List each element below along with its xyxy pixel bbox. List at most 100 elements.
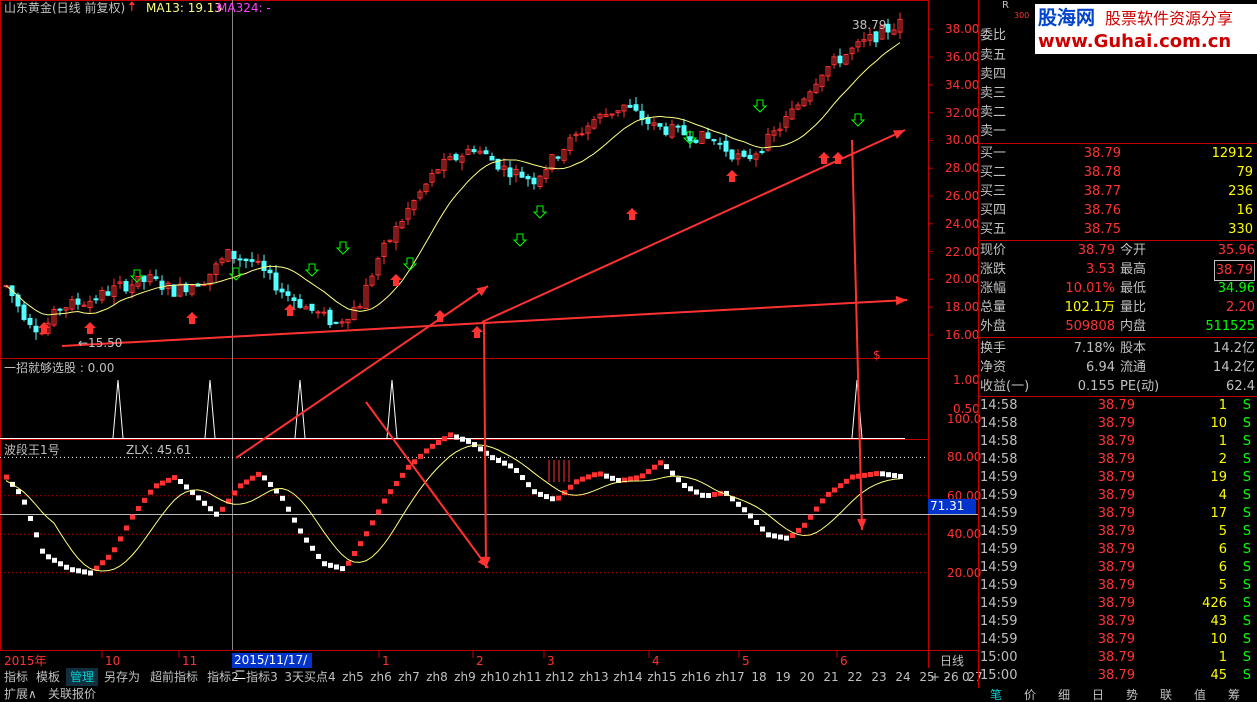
buy-row-3: 买三 38.77 236 <box>980 184 1253 199</box>
time-label: 4 <box>652 654 660 668</box>
right-tab-5[interactable]: 联 <box>1150 688 1182 702</box>
tab-6[interactable]: 指标3 <box>244 668 280 686</box>
candle-body <box>525 176 531 180</box>
tab-4[interactable]: 超前指标 <box>146 668 202 686</box>
ind2-bar <box>784 535 789 541</box>
candle-body <box>75 298 81 305</box>
right-tab-7[interactable]: 筹 <box>1218 688 1250 702</box>
trade-row: 14:58 38.79 1 S <box>980 434 1251 449</box>
ind2-bar <box>808 514 813 520</box>
ind2-tick: 20.00 <box>947 565 982 580</box>
tab-20[interactable]: zh17 <box>714 668 746 686</box>
period-label[interactable]: 日线 <box>940 654 964 668</box>
ind2-bar <box>208 506 213 512</box>
ind2-bar <box>436 440 441 446</box>
candle-body <box>255 260 261 263</box>
candle-body <box>309 303 315 311</box>
tab-26[interactable]: 23 <box>868 668 890 686</box>
sell-row-1: 卖一 <box>980 124 1007 139</box>
candle-body <box>663 126 669 135</box>
tab-17[interactable]: zh14 <box>612 668 644 686</box>
candle-body <box>837 55 843 64</box>
tab-5[interactable]: 指标2 <box>204 668 242 686</box>
ind2-bar <box>28 515 33 521</box>
year-label: 2015年 <box>4 654 47 668</box>
quote-panel: 股海网 股票软件资源分享 www.Guhai.com.cn R 300 委比 卖… <box>978 0 1257 702</box>
tab-18[interactable]: zh15 <box>646 668 678 686</box>
ind2-bar <box>472 442 477 448</box>
tab-14[interactable]: zh11 <box>512 668 542 686</box>
tab-16[interactable]: zh13 <box>578 668 610 686</box>
price-tick: 26.00 <box>945 189 980 203</box>
zoom-out-button[interactable]: - <box>945 668 949 686</box>
current-value-badge: 71.31 <box>928 499 976 514</box>
tab-9[interactable]: zh6 <box>368 668 394 686</box>
tab-12[interactable]: zh9 <box>452 668 478 686</box>
related-quotes-button[interactable]: 关联报价 <box>48 686 96 702</box>
ind2-bar <box>286 506 291 512</box>
tab-25[interactable]: 22 <box>844 668 866 686</box>
trade-row: 14:59 38.79 6 S <box>980 542 1251 557</box>
price-tick: 28.00 <box>945 161 980 176</box>
tab-0[interactable]: 指标 <box>2 668 30 686</box>
candle-body <box>231 250 237 260</box>
tab-23[interactable]: 20 <box>796 668 818 686</box>
candle-body <box>657 123 663 127</box>
buy-arrow-icon <box>186 312 198 324</box>
right-tab-3[interactable]: 日 <box>1082 688 1114 702</box>
ind2-bar <box>112 547 117 553</box>
tab-13[interactable]: zh10 <box>480 668 510 686</box>
candle-body <box>711 139 717 142</box>
right-tab-2[interactable]: 细 <box>1048 688 1080 702</box>
tab-10[interactable]: zh7 <box>396 668 422 686</box>
tab-11[interactable]: zh8 <box>424 668 450 686</box>
tab-22[interactable]: 19 <box>772 668 794 686</box>
sell-arrow-icon <box>752 99 768 113</box>
ind2-bar <box>124 525 129 531</box>
candle-body <box>261 260 267 271</box>
ind2-bar <box>874 471 879 477</box>
candle-body <box>57 308 63 311</box>
tab-21[interactable]: 18 <box>748 668 770 686</box>
tab-19[interactable]: zh16 <box>680 668 712 686</box>
candle-body <box>483 150 489 155</box>
ind2-bar <box>424 448 429 454</box>
ind2-bar <box>766 532 771 538</box>
tab-27[interactable]: 24 <box>892 668 914 686</box>
candle-body <box>93 298 99 301</box>
tab-29[interactable]: 26 <box>940 668 962 686</box>
ind2-bar <box>736 501 741 507</box>
ind2-bar <box>670 470 675 476</box>
tab-8[interactable]: zh5 <box>340 668 366 686</box>
time-label: 5 <box>742 654 750 668</box>
tab-7[interactable]: 3天买点4 <box>282 668 338 686</box>
ind2-bar <box>100 560 105 566</box>
reset-button[interactable]: 0 <box>962 668 970 686</box>
ind2-bar <box>886 472 891 478</box>
right-tab-1[interactable]: 价 <box>1014 688 1046 702</box>
buy-row-5: 买五 38.75 330 <box>980 222 1253 237</box>
right-tab-0[interactable]: 笔 <box>980 688 1012 702</box>
indicator2-title: 波段王1号 <box>4 443 60 457</box>
sell-arrow-icon <box>512 233 528 247</box>
ind2-bar <box>682 483 687 489</box>
cursor-date: 2015/11/17/二 <box>232 653 312 682</box>
right-tab-4[interactable]: 势 <box>1116 688 1148 702</box>
tab-3[interactable]: 另存为 <box>100 668 144 686</box>
ind2-bar <box>412 459 417 465</box>
kline-chart-area[interactable] <box>0 0 978 668</box>
tab-15[interactable]: zh12 <box>544 668 576 686</box>
ind2-bar <box>232 490 237 496</box>
signal-spike <box>204 379 216 439</box>
right-tab-6[interactable]: 值 <box>1184 688 1216 702</box>
expand-button[interactable]: 扩展∧ <box>4 686 37 702</box>
ind2-bar <box>826 491 831 497</box>
candle-body <box>885 23 891 33</box>
zoom-in-button[interactable]: + <box>930 668 940 686</box>
tab-1[interactable]: 模板 <box>32 668 64 686</box>
tab-24[interactable]: 21 <box>820 668 842 686</box>
tab-2[interactable]: 管理 <box>66 668 98 686</box>
buy-row-1: 买一 38.79 12912 <box>980 146 1253 161</box>
trade-row: 14:58 38.79 1 S <box>980 398 1251 413</box>
candle-body <box>21 304 27 320</box>
